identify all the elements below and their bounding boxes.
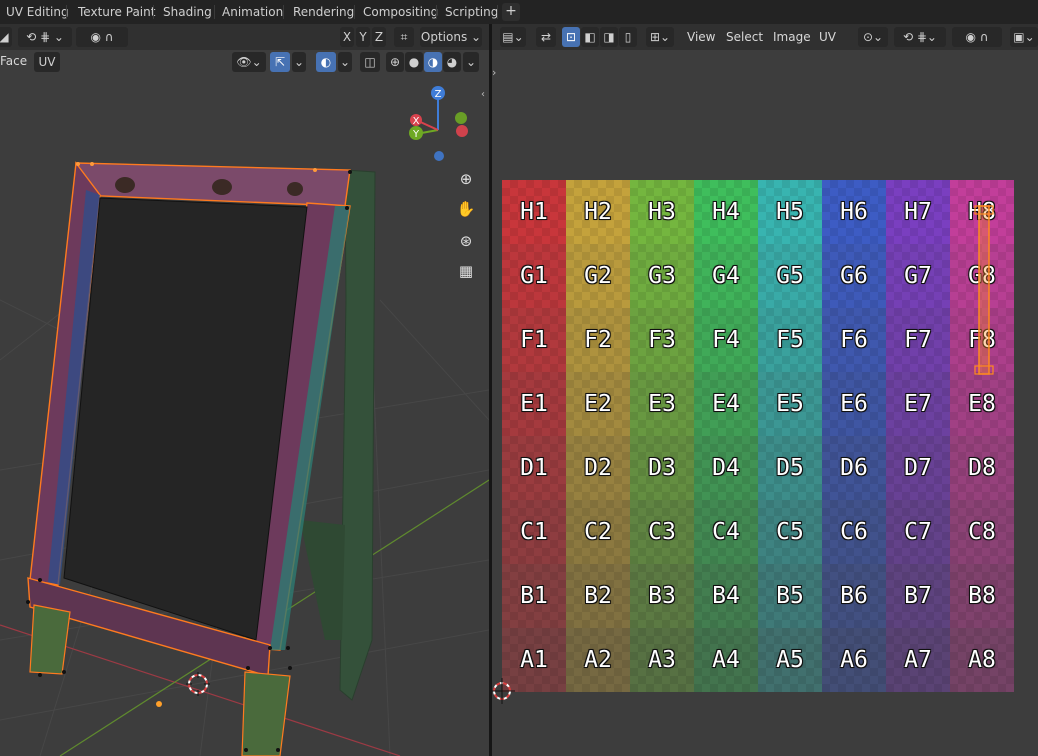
gizmo-toggle-icon[interactable]: ⇱ — [270, 52, 290, 72]
zoom-icon[interactable]: ⊕ — [453, 166, 479, 192]
easel-back-panel — [300, 520, 345, 640]
sticky-selection-icon[interactable]: ⊞⌄ — [646, 27, 674, 47]
edge-select-icon[interactable]: ◧ — [581, 27, 599, 47]
options-label: Options — [420, 30, 468, 44]
tab-animation[interactable]: Animation — [216, 3, 289, 22]
overlays-icon[interactable]: ◐ — [316, 52, 336, 72]
axis-y-toggle[interactable]: Y — [356, 27, 370, 47]
uv-snap-icon[interactable]: ⟲ ⋕⌄ — [894, 27, 946, 47]
tab-rendering[interactable]: Rendering — [287, 3, 360, 22]
tab-divider — [354, 5, 355, 19]
menu-uv[interactable]: UV — [819, 29, 836, 45]
tab-scripting[interactable]: Scripting — [439, 3, 504, 22]
toolbar-expand-icon[interactable]: › — [492, 66, 496, 79]
axis-z-toggle[interactable]: Z — [372, 27, 386, 47]
sync-selection-icon[interactable]: ⇄ — [536, 27, 556, 47]
island-select-icon[interactable]: ▯ — [619, 27, 637, 47]
select-mode-menu[interactable]: Face — [0, 54, 27, 68]
add-workspace-button[interactable]: + — [502, 3, 520, 21]
pan-hand-icon[interactable]: ✋ — [453, 196, 479, 222]
overlays-dropdown-icon[interactable]: ⌄ — [338, 52, 352, 72]
xray-icon[interactable]: ◫ — [360, 52, 380, 72]
vertex-select-icon[interactable]: ⊡ — [562, 27, 580, 47]
solid-shading-icon[interactable]: ● — [405, 52, 423, 72]
wireframe-shading-icon[interactable]: ⊕ — [386, 52, 404, 72]
tab-divider — [153, 5, 154, 19]
tab-divider — [497, 5, 498, 19]
viewport-subheader: Face UV 👁⌄ ⇱ ⌄ ◐ ⌄ ◫ ⊕ ● ◑ ◕ ⌄ — [0, 50, 489, 74]
axis-x-toggle[interactable]: X — [340, 27, 354, 47]
selected-uv-island — [978, 205, 990, 375]
options-dropdown[interactable]: Options ⌄ — [420, 27, 482, 47]
gizmo-dropdown-icon[interactable]: ⌄ — [292, 52, 306, 72]
tab-divider — [66, 5, 67, 19]
gizmo-z-label: Z — [435, 89, 442, 100]
face-select-icon[interactable]: ◨ — [600, 27, 618, 47]
workspace-tab-bar: UV Editing Texture Paint Shading Animati… — [0, 0, 1038, 24]
tab-texture-paint[interactable]: Texture Paint — [72, 3, 161, 22]
object-origin — [156, 701, 162, 707]
menu-select[interactable]: Select — [726, 29, 763, 45]
uv-overlay — [492, 205, 994, 704]
image-browse-icon[interactable]: ▣⌄ — [1010, 27, 1038, 47]
tab-uv-editing[interactable]: UV Editing — [0, 3, 75, 22]
camera-icon[interactable]: ⊛ — [453, 228, 479, 254]
tab-compositing[interactable]: Compositing — [357, 3, 444, 22]
mode-dropdown-icon[interactable]: ◢ — [0, 27, 12, 47]
tab-divider — [283, 5, 284, 19]
menu-view[interactable]: View — [687, 29, 715, 45]
sidebar-toggle-icon[interactable]: ‹ — [481, 89, 485, 100]
tab-shading[interactable]: Shading — [157, 3, 218, 22]
2d-cursor — [492, 678, 515, 704]
editor-type-icon[interactable]: ▤⌄ — [500, 27, 526, 47]
gizmo-y-label: Y — [412, 129, 420, 140]
uv-pivot-icon[interactable]: ⊙⌄ — [858, 27, 888, 47]
tab-divider — [436, 5, 437, 19]
transform-pivot-icon[interactable]: ⟲ ⋕ ⌄ — [18, 27, 72, 47]
orthographic-grid-icon[interactable]: ▦ — [453, 258, 479, 284]
viewport-header: ◢ ⟲ ⋕ ⌄ ◉ ∩ ⊹ X Y Z ⌗ Options ⌄ — [0, 24, 489, 68]
menu-image[interactable]: Image — [773, 29, 811, 45]
snap-icon[interactable]: ⌗ — [394, 27, 414, 47]
easel-front-leg-right — [241, 671, 291, 756]
gizmo-x-label: X — [413, 116, 420, 127]
easel-back-leg — [339, 169, 376, 701]
visibility-eye-icon[interactable]: 👁⌄ — [232, 52, 266, 72]
material-shading-icon[interactable]: ◑ — [424, 52, 442, 72]
tab-divider — [214, 5, 215, 19]
uv-menu[interactable]: UV — [34, 52, 60, 72]
proportional-edit-icon[interactable]: ◉ ∩ — [76, 27, 128, 47]
shading-dropdown-icon[interactable]: ⌄ — [463, 52, 479, 72]
uv-proportional-icon[interactable]: ◉ ∩ — [952, 27, 1002, 47]
navigation-gizmo[interactable]: Z Y X — [400, 82, 480, 166]
rendered-shading-icon[interactable]: ◕ — [443, 52, 461, 72]
easel-front-leg-left — [29, 604, 71, 675]
